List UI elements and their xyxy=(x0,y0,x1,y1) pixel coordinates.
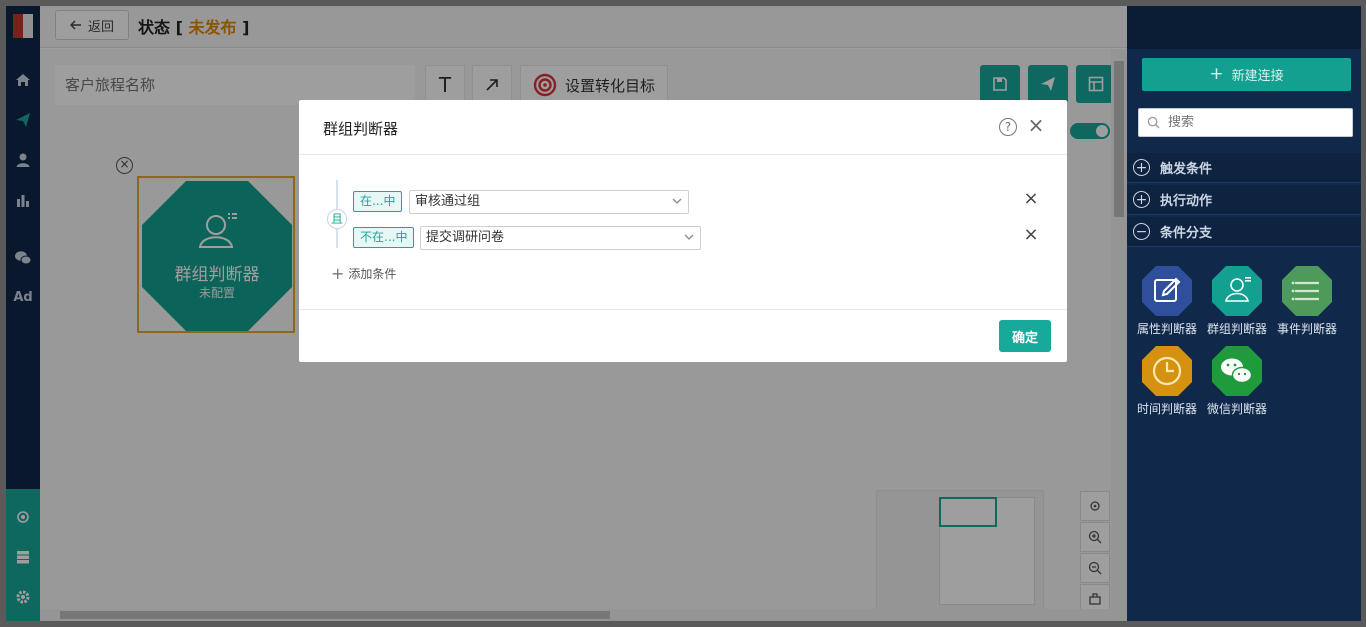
condition-group-select[interactable]: 提交调研问卷 xyxy=(420,226,701,250)
add-condition-label: 添加条件 xyxy=(348,267,397,281)
group-icon xyxy=(1212,266,1262,316)
search-input[interactable] xyxy=(1168,115,1338,130)
section-branches[interactable]: − 条件分支 xyxy=(1127,217,1361,247)
tool-label: 微信判断器 xyxy=(1206,402,1267,416)
help-icon[interactable]: ? xyxy=(999,118,1017,136)
wechat-icon xyxy=(1212,346,1262,396)
tool-label: 事件判断器 xyxy=(1276,322,1337,336)
section-actions[interactable]: + 执行动作 xyxy=(1127,185,1361,215)
dialog-header: 群组判断器 ? × xyxy=(299,100,1067,155)
section-trigger-conditions[interactable]: + 触发条件 xyxy=(1127,153,1361,183)
tool-wechat-judge[interactable]: 微信判断器 xyxy=(1202,345,1272,417)
list-icon xyxy=(1282,266,1332,316)
plus-icon: + xyxy=(331,263,345,283)
section-label: 条件分支 xyxy=(1160,226,1213,241)
group-judge-dialog: 群组判断器 ? × 且 在...中 审核通过组 × 不在...中 提交调研问卷 … xyxy=(299,100,1067,362)
chevron-down-icon xyxy=(672,198,682,204)
tool-search[interactable] xyxy=(1138,108,1353,137)
condition-operator-not-in[interactable]: 不在...中 xyxy=(353,227,415,248)
dialog-title: 群组判断器 xyxy=(323,120,399,138)
tool-label: 群组判断器 xyxy=(1206,322,1267,336)
remove-condition-button[interactable]: × xyxy=(1023,226,1039,245)
tool-attribute-judge[interactable]: 属性判断器 xyxy=(1132,265,1202,337)
plus-icon: + xyxy=(1209,64,1224,84)
selected-group: 审核通过组 xyxy=(415,194,481,209)
tool-event-judge[interactable]: 事件判断器 xyxy=(1272,265,1342,337)
tool-label: 属性判断器 xyxy=(1136,322,1197,336)
new-connection-button[interactable]: + 新建连接 xyxy=(1142,58,1351,91)
close-icon[interactable]: × xyxy=(1027,115,1045,136)
new-connection-label: 新建连接 xyxy=(1231,69,1284,84)
section-label: 执行动作 xyxy=(1160,194,1213,209)
app-window: Ad 返回 状态 [ 未发布 ] 客户旅程名称 T 设置转化目标 × 群组判断器… xyxy=(6,6,1361,621)
selected-group: 提交调研问卷 xyxy=(426,230,505,245)
condition-operator-in[interactable]: 在...中 xyxy=(353,191,403,212)
condition-group-select[interactable]: 审核通过组 xyxy=(409,190,689,214)
expand-icon: + xyxy=(1133,159,1150,176)
collapse-icon: − xyxy=(1133,223,1150,240)
edit-icon xyxy=(1142,266,1192,316)
tool-time-judge[interactable]: 时间判断器 xyxy=(1132,345,1202,417)
clock-icon xyxy=(1142,346,1192,396)
tool-group-judge[interactable]: 群组判断器 xyxy=(1202,265,1272,337)
search-icon xyxy=(1147,116,1160,129)
right-panel-top xyxy=(1127,6,1361,49)
remove-condition-button[interactable]: × xyxy=(1023,190,1039,209)
add-condition-link[interactable]: + 添加条件 xyxy=(331,265,396,282)
chevron-down-icon xyxy=(684,234,694,240)
expand-icon: + xyxy=(1133,191,1150,208)
logic-and-toggle[interactable]: 且 xyxy=(327,209,347,229)
confirm-button[interactable]: 确定 xyxy=(999,320,1051,352)
dialog-footer-divider xyxy=(299,309,1067,310)
tool-label: 时间判断器 xyxy=(1136,402,1197,416)
right-panel: + 新建连接 + 触发条件 + 执行动作 − 条件分支 属性判断器 群组判断器 xyxy=(1127,49,1361,621)
section-label: 触发条件 xyxy=(1160,162,1213,177)
